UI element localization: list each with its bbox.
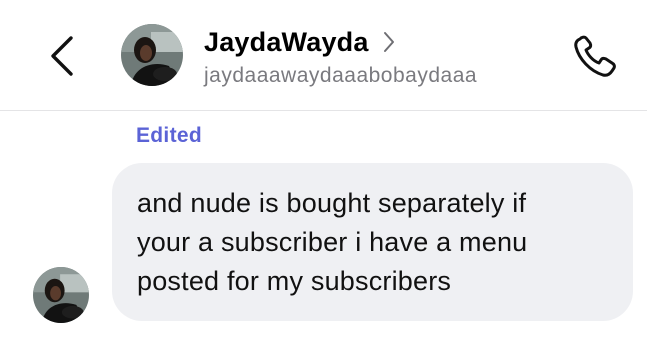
conversation-header: JaydaWayda jaydaaawaydaaabobaydaaa — [0, 0, 647, 111]
sender-avatar — [33, 267, 89, 323]
contact-display-name: JaydaWayda — [204, 26, 369, 57]
phone-icon — [574, 35, 616, 77]
contact-info[interactable]: JaydaWayda jaydaaawaydaaabobaydaaa — [204, 24, 477, 88]
message-line: and nude is bought separately if — [137, 188, 527, 218]
message-line: posted for my subscribers — [137, 266, 452, 296]
message-line: your a subscriber i have a menu — [137, 227, 528, 257]
chevron-left-icon — [51, 36, 73, 76]
avatar-image — [121, 24, 183, 86]
contact-username: jaydaaawaydaaabobaydaaa — [204, 64, 478, 87]
back-button[interactable] — [44, 34, 80, 78]
chevron-right-icon — [383, 32, 394, 52]
avatar-image — [33, 267, 89, 323]
contact-avatar[interactable] — [121, 24, 183, 86]
call-button[interactable] — [571, 34, 621, 80]
edited-label: Edited — [136, 124, 202, 147]
message-bubble[interactable]: and nude is bought separately if your a … — [112, 163, 633, 321]
